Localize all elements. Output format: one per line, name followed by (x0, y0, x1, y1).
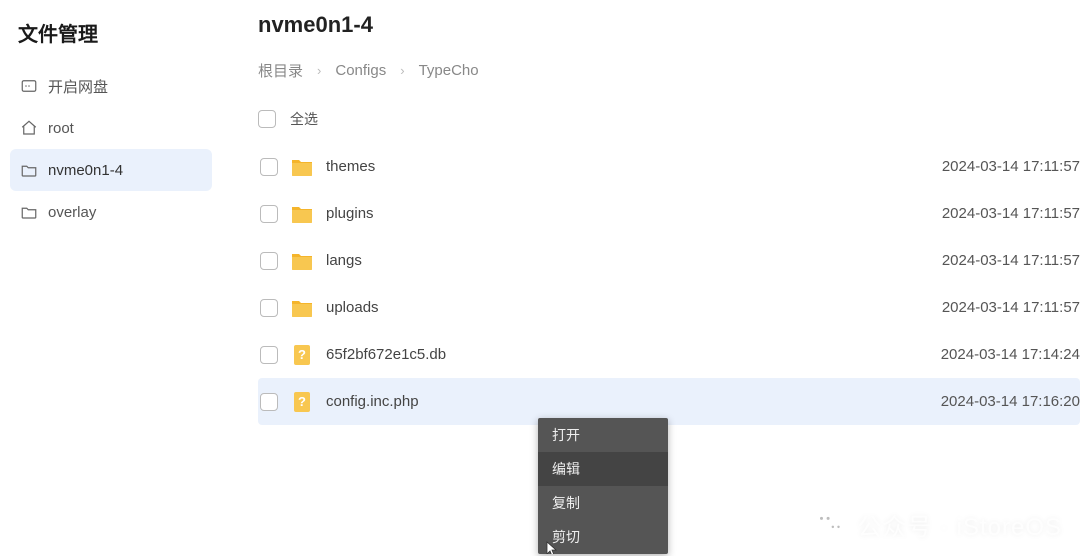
file-checkbox[interactable] (260, 205, 278, 223)
file-checkbox[interactable] (260, 158, 278, 176)
context-menu-label: 打开 (552, 425, 580, 445)
file-date: 2024-03-14 17:14:24 (941, 346, 1080, 363)
file-name: plugins (326, 205, 374, 222)
sidebar-title: 文件管理 (10, 18, 212, 65)
folder-icon (290, 156, 314, 178)
file-row[interactable]: langs 2024-03-14 17:11:57 (258, 237, 1080, 284)
select-all-checkbox[interactable] (258, 110, 276, 128)
file-name: uploads (326, 299, 379, 316)
folder-open-icon (20, 203, 38, 221)
file-row[interactable]: ? config.inc.php 2024-03-14 17:16:20 (258, 378, 1080, 425)
svg-text:?: ? (298, 347, 306, 362)
breadcrumb: 根目录 › Configs › TypeCho (258, 60, 1080, 81)
file-name: themes (326, 158, 375, 175)
disk-icon (20, 77, 38, 95)
context-menu-item-1[interactable]: 编辑 (538, 452, 668, 486)
file-date: 2024-03-14 17:16:20 (941, 393, 1080, 410)
file-unknown-icon: ? (290, 344, 314, 366)
svg-text:?: ? (298, 394, 306, 409)
file-date: 2024-03-14 17:11:57 (942, 158, 1080, 175)
file-date: 2024-03-14 17:11:57 (942, 205, 1080, 222)
file-checkbox[interactable] (260, 346, 278, 364)
select-all-row: 全选 (258, 109, 1080, 129)
breadcrumb-item-0[interactable]: 根目录 (258, 60, 303, 81)
file-checkbox[interactable] (260, 299, 278, 317)
watermark-text: 公众号 · iStoreOS (857, 507, 1062, 542)
chevron-right-icon: › (400, 63, 404, 78)
sidebar-item-label: overlay (48, 204, 96, 221)
folder-icon (290, 203, 314, 225)
sidebar-item-label: nvme0n1-4 (48, 162, 123, 179)
page-title: nvme0n1-4 (258, 6, 1080, 38)
file-name: config.inc.php (326, 393, 419, 410)
home-icon (20, 119, 38, 137)
select-all-label: 全选 (290, 109, 318, 129)
sidebar: 文件管理 开启网盘 root nvme0n1-4 overlay (0, 0, 222, 556)
file-date: 2024-03-14 17:11:57 (942, 252, 1080, 269)
context-menu: 打开编辑复制剪切 (538, 418, 668, 554)
file-name: langs (326, 252, 362, 269)
context-menu-label: 复制 (552, 493, 580, 513)
file-row[interactable]: themes 2024-03-14 17:11:57 (258, 143, 1080, 190)
folder-icon (290, 297, 314, 319)
file-row[interactable]: uploads 2024-03-14 17:11:57 (258, 284, 1080, 331)
file-checkbox[interactable] (260, 252, 278, 270)
breadcrumb-item-2[interactable]: TypeCho (419, 62, 479, 79)
sidebar-item-1[interactable]: root (10, 107, 212, 149)
chevron-right-icon: › (317, 63, 321, 78)
sidebar-item-3[interactable]: overlay (10, 191, 212, 233)
file-row[interactable]: ? 65f2bf672e1c5.db 2024-03-14 17:14:24 (258, 331, 1080, 378)
file-list: themes 2024-03-14 17:11:57 plugins 2024-03-… (258, 143, 1080, 425)
breadcrumb-item-1[interactable]: Configs (335, 62, 386, 79)
file-checkbox[interactable] (260, 393, 278, 411)
file-name: 65f2bf672e1c5.db (326, 346, 446, 363)
folder-open-icon (20, 161, 38, 179)
context-menu-item-2[interactable]: 复制 (538, 486, 668, 520)
sidebar-item-label: root (48, 120, 74, 137)
sidebar-item-label: 开启网盘 (48, 76, 108, 97)
file-unknown-icon: ? (290, 391, 314, 413)
watermark: 公众号 · iStoreOS (813, 507, 1062, 542)
context-menu-item-0[interactable]: 打开 (538, 418, 668, 452)
sidebar-item-2[interactable]: nvme0n1-4 (10, 149, 212, 191)
main-panel: nvme0n1-4 根目录 › Configs › TypeCho 全选 themes 2… (222, 0, 1080, 556)
folder-icon (290, 250, 314, 272)
wechat-icon (813, 508, 847, 542)
file-date: 2024-03-14 17:11:57 (942, 299, 1080, 316)
cursor-icon (546, 541, 558, 554)
file-row[interactable]: plugins 2024-03-14 17:11:57 (258, 190, 1080, 237)
sidebar-item-0[interactable]: 开启网盘 (10, 65, 212, 107)
context-menu-label: 编辑 (552, 459, 580, 479)
